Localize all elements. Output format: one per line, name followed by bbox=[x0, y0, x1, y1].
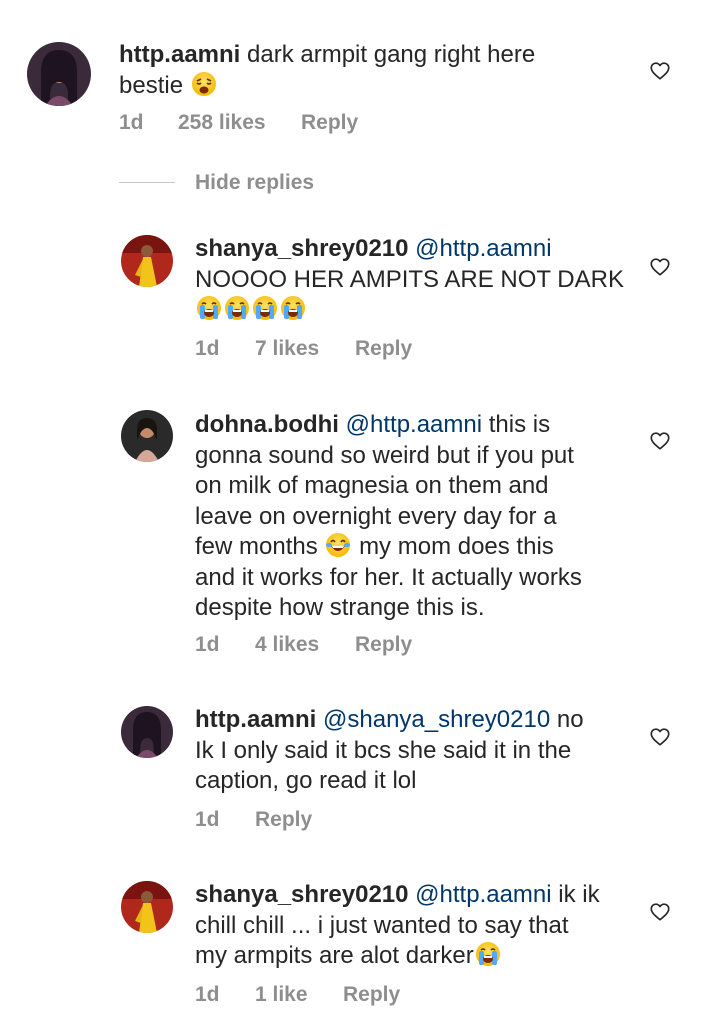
mention-link[interactable]: @http.aamni bbox=[346, 411, 482, 438]
heart-outline-icon[interactable] bbox=[649, 726, 671, 748]
avatar[interactable] bbox=[121, 235, 173, 287]
tears-of-joy-face-icon bbox=[325, 532, 351, 558]
loudly-crying-face-icon bbox=[475, 941, 501, 967]
username[interactable]: http.aamni bbox=[195, 706, 316, 733]
avatar[interactable] bbox=[121, 410, 173, 462]
comment-body: gonna sound so weird but if you put bbox=[195, 441, 574, 469]
comment-body: caption, go read it lol bbox=[195, 767, 417, 794]
comment-text: shanya_shrey0210 @http.aamni NOOOO HER A… bbox=[195, 234, 635, 326]
username[interactable]: dohna.bodhi bbox=[195, 411, 339, 438]
reply-button[interactable]: Reply bbox=[301, 111, 358, 135]
comment-body: my armpits are alot darker bbox=[195, 942, 474, 969]
heart-outline-icon[interactable] bbox=[649, 60, 671, 82]
likes-count[interactable]: 7 likes bbox=[255, 337, 355, 361]
hide-replies-button[interactable]: Hide replies bbox=[195, 171, 314, 195]
likes-count[interactable]: 4 likes bbox=[255, 633, 355, 657]
username[interactable]: http.aamni bbox=[119, 41, 240, 68]
avatar[interactable] bbox=[121, 881, 173, 933]
timestamp: 1d bbox=[195, 808, 220, 831]
comment-meta: 1d 7 likes Reply bbox=[195, 337, 412, 361]
comment-body: no bbox=[556, 706, 584, 733]
avatar[interactable] bbox=[121, 706, 173, 758]
likes-count[interactable]: 258 likes bbox=[178, 111, 301, 135]
heart-outline-icon[interactable] bbox=[649, 901, 671, 923]
comment-body: chill chill ... i just wanted to say tha… bbox=[195, 911, 569, 939]
comment-body: on milk of magnesia on them and bbox=[195, 472, 549, 499]
comment-meta: 1d Reply bbox=[195, 808, 312, 832]
reply-button[interactable]: Reply bbox=[355, 633, 412, 657]
comment-meta: 1d 258 likes Reply bbox=[119, 111, 358, 135]
loudly-crying-face-icon bbox=[252, 295, 278, 321]
comment-text: shanya_shrey0210 @http.aamni ik ik chill… bbox=[195, 880, 655, 972]
loudly-crying-face-icon bbox=[196, 295, 222, 321]
comment-text: http.aamni @shanya_shrey0210 no Ik I onl… bbox=[195, 705, 655, 797]
reply-button[interactable]: Reply bbox=[255, 808, 312, 832]
loudly-crying-face-icon bbox=[280, 295, 306, 321]
comment-body: bestie bbox=[119, 71, 184, 99]
timestamp: 1d bbox=[195, 337, 220, 360]
comment-body: this is bbox=[488, 411, 551, 438]
timestamp: 1d bbox=[195, 633, 220, 656]
username[interactable]: shanya_shrey0210 bbox=[195, 881, 409, 908]
comment-meta: 1d 4 likes Reply bbox=[195, 633, 412, 657]
weary-face-icon bbox=[191, 71, 217, 97]
comment-body: and it works for her. It actually works bbox=[195, 563, 582, 591]
reply-button[interactable]: Reply bbox=[343, 983, 400, 1007]
comment-text: http.aamni dark armpit gang right here b… bbox=[119, 40, 639, 101]
mention-link[interactable]: @http.aamni bbox=[415, 235, 551, 262]
comment-body: ik ik bbox=[558, 881, 600, 908]
reply-button[interactable]: Reply bbox=[355, 337, 412, 361]
comment-meta: 1d 1 like Reply bbox=[195, 983, 400, 1007]
comment-body: Ik I only said it bcs she said it in the bbox=[195, 736, 572, 764]
comment-body: few months bbox=[195, 533, 318, 560]
heart-outline-icon[interactable] bbox=[649, 256, 671, 278]
mention-link[interactable]: @shanya_shrey0210 bbox=[323, 706, 550, 733]
comment-text: dohna.bodhi @http.aamni this is gonna so… bbox=[195, 410, 655, 624]
comment-body: leave on overnight every day for a bbox=[195, 502, 557, 530]
heart-outline-icon[interactable] bbox=[649, 430, 671, 452]
mention-link[interactable]: @http.aamni bbox=[415, 881, 551, 908]
comment-body: NOOOO HER AMPITS ARE NOT DARK bbox=[195, 265, 624, 293]
avatar[interactable] bbox=[27, 42, 91, 106]
loudly-crying-face-icon bbox=[224, 295, 250, 321]
divider bbox=[119, 182, 175, 183]
comment-body: despite how strange this is. bbox=[195, 594, 485, 621]
comment-body: my mom does this bbox=[359, 533, 554, 560]
likes-count[interactable]: 1 like bbox=[255, 983, 343, 1007]
timestamp: 1d bbox=[195, 983, 220, 1006]
username[interactable]: shanya_shrey0210 bbox=[195, 235, 409, 262]
comment-body: dark armpit gang right here bbox=[247, 41, 536, 68]
timestamp: 1d bbox=[119, 111, 144, 134]
